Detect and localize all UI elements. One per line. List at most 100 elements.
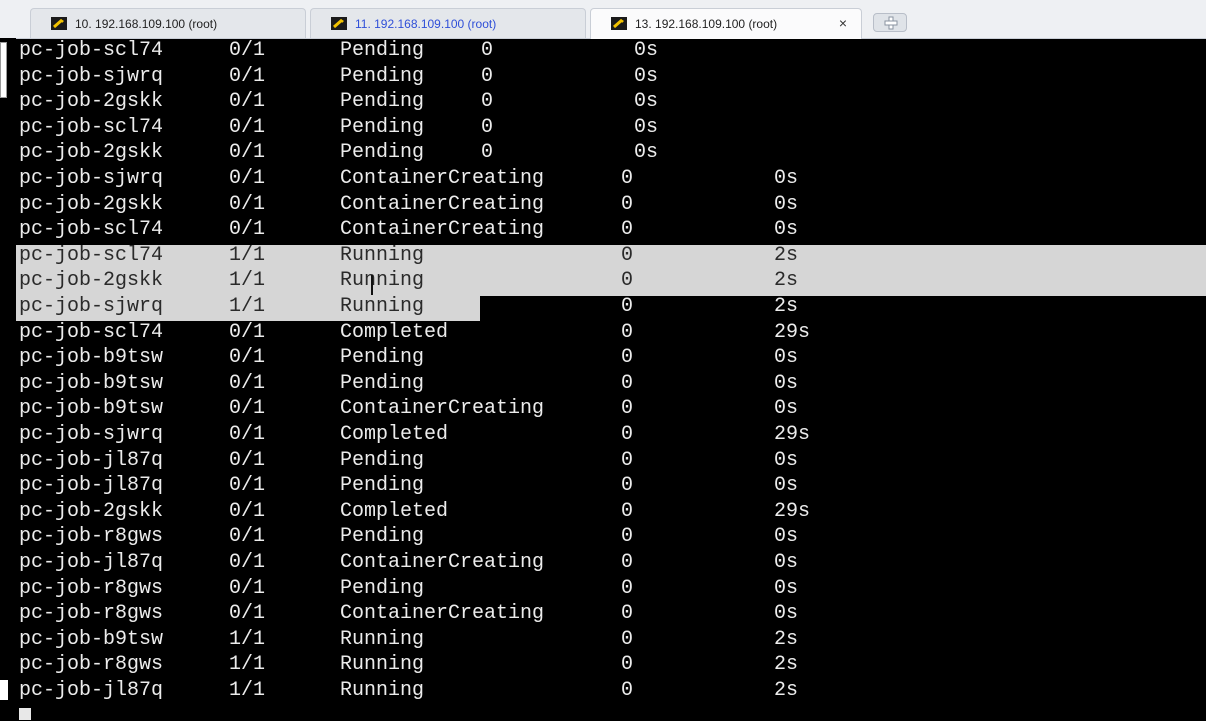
cell-status: Pending: [340, 448, 425, 472]
cell-status: Pending: [340, 64, 425, 88]
cell-status: ContainerCreating: [340, 397, 545, 421]
cell-status: Pending: [340, 39, 425, 62]
cell-status: Completed: [340, 499, 449, 523]
cell-status: Running: [340, 269, 425, 293]
cell-ready: 0/1: [229, 320, 266, 344]
close-icon[interactable]: ×: [839, 15, 847, 31]
cell-restarts: 0: [621, 397, 634, 421]
cell-restarts: 0: [621, 423, 634, 446]
cell-status: Running: [340, 295, 425, 318]
table-row: pc-job-jl87q 0/1 Pending 0 0s: [0, 448, 1206, 474]
tab-session-11[interactable]: 11. 192.168.109.100 (root): [310, 8, 586, 38]
table-row: pc-job-r8gws 0/1 Pending 0 0s: [0, 576, 1206, 602]
table-row: pc-job-b9tsw 0/1 ContainerCreating 0 0s: [0, 396, 1206, 422]
cell-ready: 0/1: [229, 218, 266, 242]
cell-status: Completed: [340, 320, 449, 344]
cell-name: pc-job-2gskk: [19, 90, 164, 114]
cell-restarts: 0: [621, 551, 634, 574]
table-row: pc-job-2gskk 0/1 Completed 0 29s: [0, 499, 1206, 525]
cell-restarts: 0: [621, 576, 634, 600]
cell-status: ContainerCreating: [340, 602, 545, 626]
cell-restarts: 0: [621, 218, 634, 242]
table-row: pc-job-jl87q 0/1 Pending 0 0s: [0, 473, 1206, 499]
table-row: pc-job-2gskk 0/1 Pending 0 0s: [0, 140, 1206, 166]
cell-name: pc-job-scl74: [19, 218, 164, 242]
cell-age: 2s: [774, 269, 799, 293]
table-row: pc-job-jl87q 1/1 Running 0 2s: [0, 678, 1206, 704]
cell-age: 0s: [774, 474, 799, 498]
cell-status: ContainerCreating: [340, 192, 545, 216]
table-row: pc-job-b9tsw 1/1 Running 0 2s: [0, 627, 1206, 653]
table-row: pc-job-2gskk 0/1 ContainerCreating 0 0s: [0, 192, 1206, 218]
cell-restarts: 0: [481, 115, 494, 139]
cell-status: Running: [340, 243, 425, 267]
cell-restarts: 0: [621, 499, 634, 523]
cell-ready: 0/1: [229, 602, 266, 626]
tab-label: 11. 192.168.109.100 (root): [355, 17, 497, 31]
cell-restarts: 0: [621, 602, 634, 626]
table-row: pc-job-sjwrq 0/1 Pending 0 0s: [0, 64, 1206, 90]
new-tab-button[interactable]: [873, 13, 907, 32]
cell-name: pc-job-sjwrq: [19, 423, 164, 446]
cell-age: 0s: [774, 551, 799, 574]
cell-restarts: 0: [621, 295, 634, 318]
cell-status: Running: [340, 679, 425, 702]
cell-ready: 0/1: [229, 525, 266, 549]
cell-ready: 1/1: [229, 269, 266, 293]
cell-name: pc-job-r8gws: [19, 576, 164, 600]
tab-session-10[interactable]: 10. 192.168.109.100 (root): [30, 8, 306, 38]
tab-label: 10. 192.168.109.100 (root): [75, 17, 218, 31]
cell-ready: 0/1: [229, 167, 266, 190]
table-row: pc-job-2gskk 0/1 Pending 0 0s: [0, 89, 1206, 115]
cell-age: 0s: [774, 371, 799, 395]
cell-age: 0s: [774, 346, 799, 370]
bottom-gutter: [0, 704, 1206, 721]
cell-status: Pending: [340, 141, 425, 165]
cell-name: pc-job-jl87q: [19, 474, 164, 498]
terminal-caret: [19, 708, 31, 720]
cell-restarts: 0: [621, 167, 634, 190]
cell-name: pc-job-jl87q: [19, 551, 164, 574]
cell-age: 0s: [774, 192, 799, 216]
text-cursor-icon: [371, 275, 373, 295]
cell-name: pc-job-r8gws: [19, 525, 164, 549]
cell-name: pc-job-b9tsw: [19, 627, 164, 651]
cell-ready: 0/1: [229, 39, 266, 62]
table-row: pc-job-b9tsw 0/1 Pending 0 0s: [0, 371, 1206, 397]
cell-restarts: 0: [621, 243, 634, 267]
cell-name: pc-job-scl74: [19, 320, 164, 344]
cell-restarts: 0: [621, 679, 634, 702]
cell-restarts: 0: [481, 141, 494, 165]
cell-ready: 0/1: [229, 397, 266, 421]
cell-name: pc-job-sjwrq: [19, 295, 164, 318]
cell-ready: 0/1: [229, 346, 266, 370]
cell-age: 0s: [774, 448, 799, 472]
cell-status: Running: [340, 653, 425, 677]
table-row: pc-job-sjwrq 1/1 Running 0 2s: [0, 294, 1206, 320]
cell-ready: 1/1: [229, 295, 266, 318]
cell-age: 0s: [774, 397, 799, 421]
table-row: pc-job-sjwrq 0/1 Completed 0 29s: [0, 422, 1206, 448]
cell-name: pc-job-jl87q: [19, 448, 164, 472]
cell-name: pc-job-b9tsw: [19, 371, 164, 395]
cell-ready: 0/1: [229, 576, 266, 600]
cell-status: Running: [340, 627, 425, 651]
cell-age: 29s: [774, 423, 811, 446]
table-row: pc-job-scl74 0/1 ContainerCreating 0 0s: [0, 217, 1206, 243]
terminal-session-icon: [51, 17, 67, 30]
cell-ready: 0/1: [229, 192, 266, 216]
tab-session-13[interactable]: 13. 192.168.109.100 (root) ×: [590, 8, 862, 39]
cell-age: 0s: [774, 525, 799, 549]
table-row: pc-job-sjwrq 0/1 ContainerCreating 0 0s: [0, 166, 1206, 192]
cell-restarts: 0: [621, 653, 634, 677]
table-row: pc-job-scl74 1/1 Running 0 2s: [0, 243, 1206, 269]
cell-ready: 1/1: [229, 243, 266, 267]
cell-name: pc-job-2gskk: [19, 269, 164, 293]
cell-name: pc-job-r8gws: [19, 602, 164, 626]
cell-age: 0s: [774, 167, 799, 190]
cell-status: Pending: [340, 525, 425, 549]
cell-name: pc-job-b9tsw: [19, 346, 164, 370]
terminal-output[interactable]: pc-job-scl74 0/1 Pending 0 0s pc-job-sjwrq 0/1…: [0, 38, 1206, 704]
cell-status: ContainerCreating: [340, 167, 545, 190]
table-row: pc-job-r8gws 1/1 Running 0 2s: [0, 652, 1206, 678]
